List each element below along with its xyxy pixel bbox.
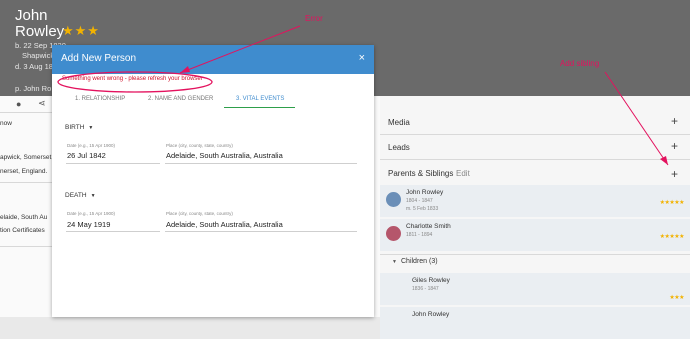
right-panel: Media + Leads + Parents & Siblings Edit … [380, 96, 690, 339]
annotation-error: Error [305, 14, 323, 23]
birth-event-select[interactable]: BIRTH ▼ [65, 124, 93, 131]
birth-date-label: Date (e.g., 15 Apr 1900) [67, 143, 116, 148]
person-name: Giles Rowley [412, 277, 450, 284]
death-place-underline [165, 231, 357, 232]
person-dates: 1804 - 1847 [406, 198, 433, 204]
mother-card[interactable]: Charlotte Smith 1811 - 1894 ★★★★★ [380, 219, 690, 251]
death-date-input[interactable]: 24 May 1919 [67, 220, 110, 229]
parent-line: p. John Ro [15, 84, 52, 93]
death-event-select[interactable]: DEATH ▼ [65, 192, 96, 199]
add-person-dialog: Add New Person × Something went wrong - … [52, 45, 374, 317]
child-card[interactable]: Giles Rowley 1836 - 1847 ★★★ [380, 273, 690, 305]
death-place-label: Place (city, county, state, country) [166, 211, 233, 216]
child-card[interactable]: John Rowley [380, 307, 690, 339]
add-lead-plus-icon[interactable]: + [671, 140, 678, 152]
close-icon[interactable]: × [359, 52, 365, 64]
birth-date-underline [66, 163, 160, 164]
media-section[interactable]: Media [388, 118, 410, 127]
birth-place-input[interactable]: Adelaide, South Australia, Australia [166, 151, 283, 160]
divider [0, 112, 60, 113]
left-place-3: elaide, South Au [0, 214, 48, 221]
error-message: Something went wrong - please refresh yo… [62, 76, 203, 82]
rating-stars-icon: ★★★★★ [659, 234, 685, 240]
divider [380, 159, 690, 160]
comment-icon[interactable]: ● [16, 99, 21, 109]
annotation-add-sibling: Add sibling [560, 59, 600, 68]
person-marriage: m. 5 Feb 1833 [406, 206, 439, 212]
dialog-titlebar: Add New Person × [52, 45, 374, 74]
birth-date-input[interactable]: 26 Jul 1842 [67, 151, 106, 160]
left-label-now: now [0, 120, 12, 127]
tab-vital-events[interactable]: 3. VITAL EVENTS [236, 96, 284, 102]
male-avatar-icon [386, 192, 401, 207]
person-name: John Rowley [406, 189, 444, 196]
female-avatar-icon [386, 226, 401, 241]
person-first-name: John [15, 7, 48, 24]
caret-down-icon: ▼ [90, 193, 96, 199]
rating-stars-icon: ★★★★★ [659, 200, 685, 206]
birth-place-label: Place (city, county, state, country) [166, 143, 233, 148]
children-toggle[interactable]: Children (3) [401, 258, 438, 265]
death-line: d. 3 Aug 18 [15, 62, 53, 71]
tab-name-gender[interactable]: 2. NAME AND GENDER [148, 96, 213, 102]
left-place-1: apwick, Somerset, [0, 154, 54, 161]
dialog-title: Add New Person [61, 53, 137, 64]
edit-link[interactable]: Edit [456, 169, 470, 178]
birth-event-label: BIRTH [65, 124, 85, 131]
person-dates: 1811 - 1894 [406, 232, 433, 238]
death-date-underline [66, 231, 160, 232]
leads-section[interactable]: Leads [388, 143, 410, 152]
death-date-label: Date (e.g., 15 Apr 1900) [67, 211, 116, 216]
rating-stars-icon: ★★★ [62, 23, 100, 38]
death-place-input[interactable]: Adelaide, South Australia, Australia [166, 220, 283, 229]
father-card[interactable]: John Rowley 1804 - 1847 m. 5 Feb 1833 ★★… [380, 185, 690, 217]
person-last-name: Rowley [15, 23, 65, 40]
rating-stars-icon: ★★★ [669, 295, 684, 301]
divider [0, 246, 60, 247]
divider [380, 254, 690, 255]
birth-place: Shapwick [22, 51, 55, 60]
active-tab-indicator [224, 107, 295, 108]
person-dates: 1836 - 1847 [412, 286, 439, 292]
caret-down-icon: ▼ [88, 125, 94, 131]
chevron-down-icon[interactable]: ▼ [392, 259, 397, 265]
birth-place-underline [165, 163, 357, 164]
death-event-label: DEATH [65, 192, 87, 199]
person-name: Charlotte Smith [406, 223, 451, 230]
left-place-4: tion Certificates [0, 227, 45, 234]
parents-siblings-heading: Parents & Siblings [388, 169, 454, 178]
add-media-plus-icon[interactable]: + [671, 115, 678, 127]
left-place-2: nerset, England. [0, 168, 48, 175]
divider [380, 134, 690, 135]
tab-relationship[interactable]: 1. RELATIONSHIP [75, 96, 125, 102]
share-icon[interactable]: ⋖ [38, 98, 46, 109]
divider [0, 182, 60, 183]
add-sibling-plus-icon[interactable]: + [671, 168, 678, 180]
